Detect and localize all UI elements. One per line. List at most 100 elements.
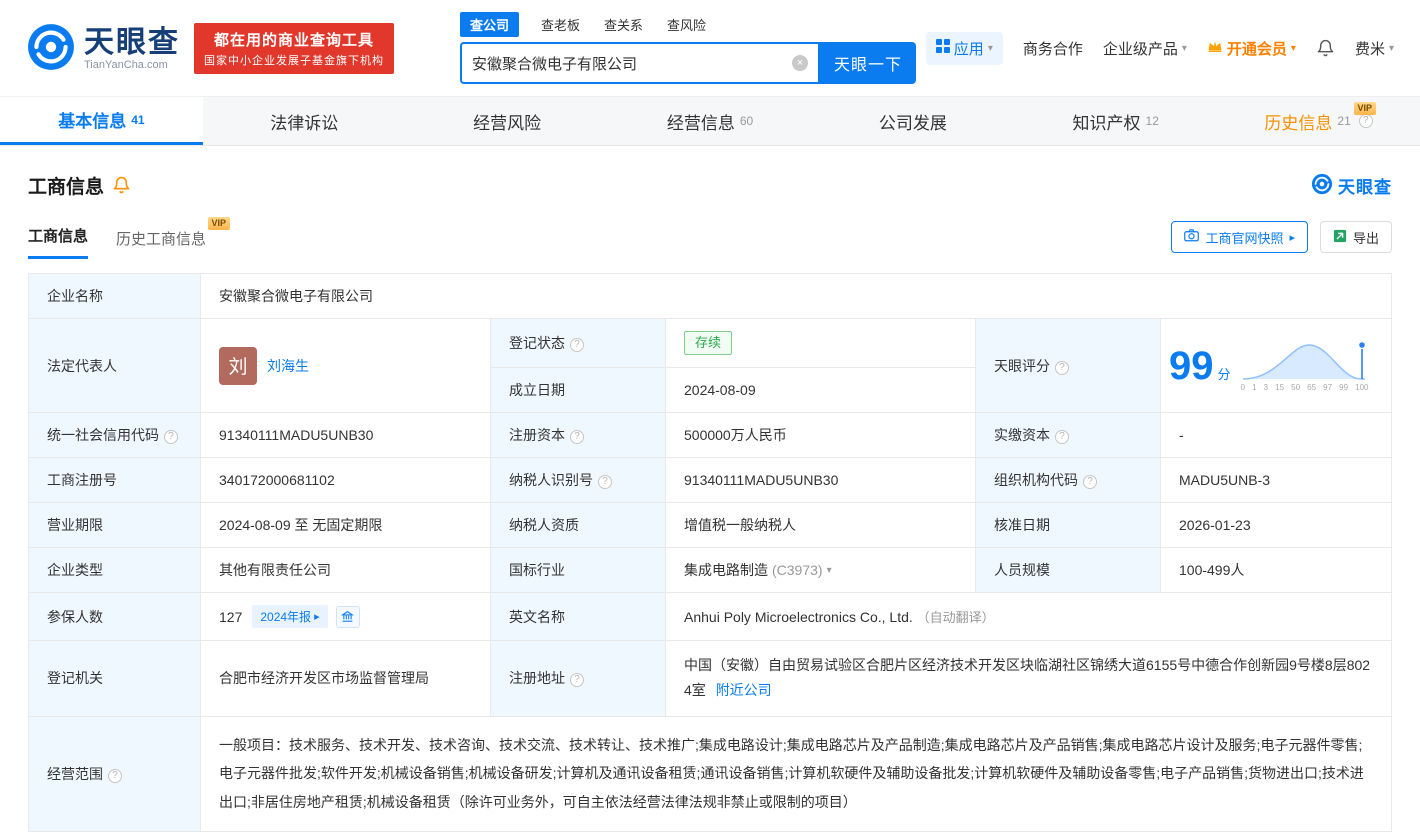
- clear-icon[interactable]: ×: [792, 55, 808, 71]
- tab-operating-info[interactable]: 经营信息 60: [609, 97, 812, 145]
- business-info-table: 企业名称 安徽聚合微电子有限公司 法定代表人 刘 刘海生 登记状态? 存续 天眼…: [28, 273, 1392, 832]
- registered-capital: 500000万人民币: [684, 427, 787, 444]
- snapshot-button-label: 工商官网快照: [1205, 230, 1284, 246]
- vip-badge: VIP: [1353, 102, 1377, 115]
- monitor-bell-icon[interactable]: [112, 176, 131, 195]
- table-row: 经营范围? 一般项目：技术服务、技术开发、技术咨询、技术交流、技术转让、技术推广…: [28, 715, 1392, 832]
- bank-building-icon[interactable]: [335, 605, 360, 628]
- apps-label: 应用: [953, 40, 984, 58]
- chevron-down-icon: ▾: [1388, 42, 1394, 54]
- help-icon[interactable]: ?: [164, 430, 178, 445]
- export-button[interactable]: 导出: [1319, 221, 1392, 253]
- business-term: 2024-08-09 至 无固定期限: [219, 517, 383, 534]
- search-input[interactable]: [472, 54, 792, 72]
- tab-intellectual-property[interactable]: 知识产权 12: [1014, 97, 1217, 145]
- table-row: 登记机关 合肥市经济开发区市场监督管理局 注册地址? 中国（安徽）自由贸易试验区…: [28, 640, 1392, 717]
- company-name: 安徽聚合微电子有限公司: [219, 288, 373, 304]
- open-vip-label: 开通会员: [1226, 40, 1287, 58]
- table-row: 营业期限 2024-08-09 至 无固定期限 纳税人资质 增值税一般纳税人 核…: [28, 502, 1392, 549]
- help-icon[interactable]: ?: [1055, 360, 1069, 375]
- table-row: 法定代表人 刘 刘海生 登记状态? 存续 天眼评分? 99 分 0 1 3 15…: [28, 317, 1392, 414]
- table-row: 企业名称 安徽聚合微电子有限公司: [28, 273, 1392, 319]
- grid-icon: [935, 39, 950, 57]
- field-label: 法定代表人: [47, 357, 117, 374]
- field-label: 纳税人识别号: [509, 472, 593, 489]
- search-area: 查公司 查老板 查关系 查风险 × 天眼一下: [460, 12, 916, 84]
- annual-report-tag[interactable]: 2024年报 ▸: [252, 605, 328, 629]
- legal-rep-link[interactable]: 刘海生: [267, 356, 309, 376]
- table-row: 工商注册号 340172000681102 纳税人识别号? 91340111MA…: [28, 457, 1392, 504]
- score-unit: 分: [1217, 367, 1231, 383]
- crown-icon: [1207, 39, 1223, 57]
- help-icon[interactable]: ?: [570, 338, 584, 353]
- legal-rep-avatar[interactable]: 刘: [219, 346, 257, 385]
- score-axis-tick: 100: [1355, 383, 1369, 393]
- user-menu[interactable]: 费米 ▾: [1355, 38, 1394, 59]
- score-axis-tick: 50: [1291, 383, 1301, 393]
- enterprise-label: 企业级产品: [1102, 40, 1178, 58]
- notification-bell-icon[interactable]: [1316, 39, 1335, 58]
- search-tabs: 查公司 查老板 查关系 查风险: [460, 12, 916, 37]
- chevron-down-icon: ▾: [987, 42, 993, 54]
- table-row: 参保人数 127 2024年报 ▸ 英文名称 Anhui Poly Microe…: [28, 592, 1392, 642]
- search-tab-company[interactable]: 查公司: [460, 12, 520, 37]
- logo-text-en: TianYanCha.com: [84, 58, 168, 71]
- establish-date: 2024-08-09: [684, 382, 756, 399]
- brand-slogan: 都在用的商业查询工具 国家中小企业发展子基金旗下机构: [194, 22, 394, 74]
- tianyancha-logo-icon: [1311, 173, 1333, 198]
- nearby-companies-link[interactable]: 附近公司: [716, 682, 772, 698]
- help-icon[interactable]: ?: [1358, 114, 1373, 128]
- help-icon[interactable]: ?: [1055, 430, 1069, 445]
- tab-operating-risk[interactable]: 经营风险: [406, 97, 609, 145]
- insured-count: 127: [219, 608, 243, 625]
- cooperation-menu[interactable]: 商务合作: [1023, 38, 1083, 59]
- registration-number: 340172000681102: [219, 472, 335, 489]
- status-badge: 存续: [684, 331, 733, 356]
- help-icon[interactable]: ?: [570, 430, 584, 445]
- field-label: 成立日期: [509, 382, 565, 399]
- field-label: 核准日期: [994, 517, 1050, 534]
- help-icon[interactable]: ?: [108, 768, 122, 783]
- vip-badge: VIP: [207, 217, 231, 230]
- business-scope: 一般项目：技术服务、技术开发、技术咨询、技术交流、技术转让、技术推广;集成电路设…: [219, 736, 1364, 810]
- section-header: 工商信息 天眼查: [28, 172, 1392, 199]
- open-vip-menu[interactable]: 开通会员 ▾: [1207, 38, 1296, 59]
- export-icon: [1333, 229, 1347, 246]
- snapshot-icon: [1184, 229, 1200, 245]
- subtab-row: 工商信息 VIP 历史工商信息 工商官网快照 ▸ 导出: [28, 217, 1392, 259]
- tab-company-development[interactable]: 公司发展: [811, 97, 1014, 145]
- industry-dropdown[interactable]: 集成电路制造 (C3973) ▾: [684, 560, 957, 580]
- chevron-down-icon: ▾: [826, 564, 832, 576]
- tab-legal-proceedings[interactable]: 法律诉讼: [203, 97, 406, 145]
- company-type: 其他有限责任公司: [219, 562, 331, 579]
- subtab-business-info[interactable]: 工商信息: [28, 225, 89, 259]
- taxpayer-id: 91340111MADU5UNB30: [684, 472, 839, 489]
- subtab-history-business-info[interactable]: VIP 历史工商信息: [116, 217, 231, 259]
- official-snapshot-button[interactable]: 工商官网快照 ▸: [1171, 221, 1308, 253]
- help-icon[interactable]: ?: [1083, 475, 1097, 490]
- score-axis-tick: 15: [1275, 383, 1285, 393]
- tab-label: 公司发展: [878, 113, 947, 133]
- search-tab-relation[interactable]: 查关系: [602, 12, 645, 37]
- english-name: Anhui Poly Microelectronics Co., Ltd.: [684, 609, 913, 626]
- tianyancha-logo[interactable]: 天眼查 TianYanCha.com: [26, 22, 180, 75]
- search-tab-risk[interactable]: 查风险: [665, 12, 708, 37]
- score-axis-tick: 65: [1307, 383, 1317, 393]
- field-label: 企业类型: [47, 562, 103, 579]
- help-icon[interactable]: ?: [570, 673, 584, 688]
- field-label: 国标行业: [509, 562, 565, 579]
- taxpayer-quality: 增值税一般纳税人: [684, 517, 796, 534]
- approval-date: 2026-01-23: [1179, 517, 1251, 534]
- search-button[interactable]: 天眼一下: [820, 42, 916, 84]
- score-value: 99: [1169, 343, 1214, 388]
- enterprise-menu[interactable]: 企业级产品 ▾: [1103, 38, 1187, 59]
- tab-label: 历史信息: [1264, 113, 1333, 133]
- tab-label: 基本信息: [58, 112, 127, 131]
- search-tab-boss[interactable]: 查老板: [539, 12, 582, 37]
- tab-history-info[interactable]: VIP 历史信息 21 ?: [1217, 97, 1420, 145]
- tab-basic-info[interactable]: 基本信息 41: [0, 97, 203, 145]
- credit-code: 91340111MADU5UNB30: [219, 427, 374, 444]
- help-icon[interactable]: ?: [598, 475, 612, 490]
- annual-report-label: 2024年报: [260, 610, 312, 625]
- apps-menu[interactable]: 应用 ▾: [925, 31, 1003, 65]
